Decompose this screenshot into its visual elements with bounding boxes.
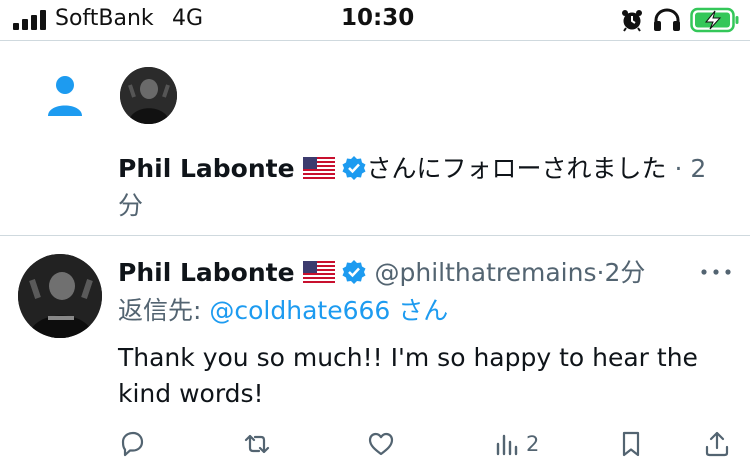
reply-to-handle[interactable]: @coldhate666 [209, 296, 390, 325]
like-button[interactable] [367, 428, 395, 460]
share-button[interactable] [703, 428, 731, 460]
network-type: 4G [172, 6, 204, 31]
signal-icon [13, 10, 53, 30]
notifications-screen: SoftBank 4G 10:30 Phil Labonte さんにフォローされ… [0, 0, 750, 469]
headphone-icon [654, 8, 680, 31]
carrier-name: SoftBank [55, 6, 154, 31]
notification-divider [0, 235, 750, 236]
status-divider [0, 40, 750, 41]
retweet-icon [244, 434, 270, 454]
notification-user-name[interactable]: Phil Labonte [118, 154, 295, 183]
retweet-button[interactable] [243, 428, 271, 460]
status-bar: SoftBank 4G 10:30 [0, 0, 750, 40]
share-icon [705, 431, 729, 457]
reply-handle[interactable]: @philthatremains [375, 258, 597, 287]
tweet-header: Phil Labonte @philthatremains·2分 [118, 254, 678, 291]
views-icon [496, 434, 518, 456]
notification-message: さんにフォローされました [366, 154, 667, 183]
verified-badge-icon [342, 260, 366, 284]
more-icon[interactable] [698, 262, 734, 282]
notification-avatar[interactable] [120, 67, 177, 124]
notification-separator: · [674, 154, 683, 183]
views-count: 2 [526, 432, 540, 456]
reply-button[interactable] [118, 428, 146, 460]
bookmark-icon [622, 431, 640, 457]
reply-icon [121, 431, 144, 457]
reply-user-name[interactable]: Phil Labonte [118, 258, 295, 287]
reply-time[interactable]: 2分 [604, 258, 645, 287]
reply-to-line: 返信先: @coldhate666 さん [118, 292, 448, 329]
reply-avatar[interactable] [18, 254, 102, 338]
heart-icon [368, 432, 394, 456]
status-time: 10:30 [341, 5, 415, 31]
us-flag-icon [302, 261, 335, 283]
alarm-icon [622, 10, 642, 32]
follow-notification-text[interactable]: Phil Labonte さんにフォローされました · 2分 [118, 150, 728, 224]
tweet-body: Thank you so much!! I'm so happy to hear… [118, 343, 698, 408]
views-button[interactable]: 2 [494, 428, 539, 460]
verified-badge-icon [342, 156, 366, 180]
us-flag-icon [302, 157, 335, 179]
reply-to-prefix: 返信先: [118, 296, 202, 325]
reply-to-suffix[interactable]: さん [398, 296, 448, 325]
person-icon [48, 76, 82, 116]
battery-icon [690, 7, 739, 33]
bookmark-button[interactable] [617, 428, 645, 460]
